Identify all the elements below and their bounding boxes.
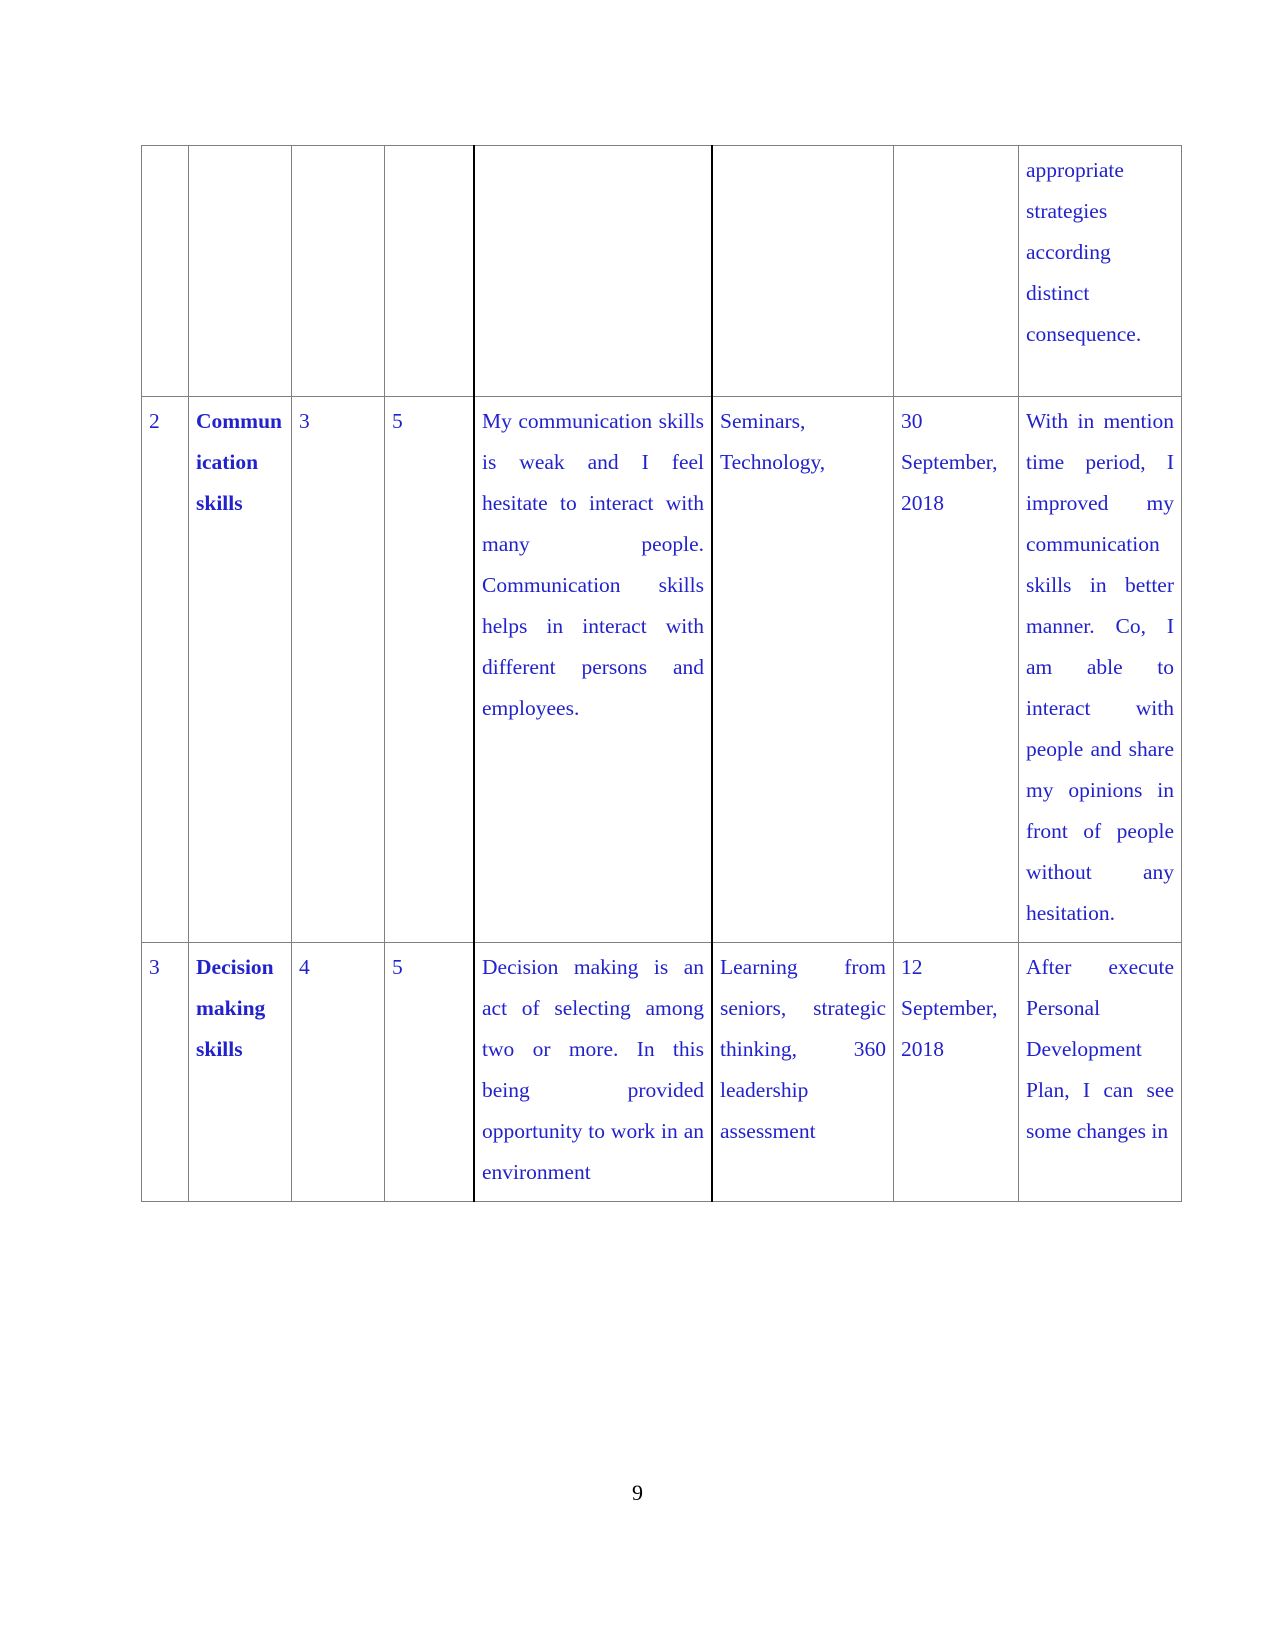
cell-skill: Communication skills — [188, 396, 292, 943]
table-row: appropriate strategies according distinc… — [141, 145, 1182, 397]
cell-row-number: 2 — [141, 396, 189, 943]
development-plan-table: appropriate strategies according distinc… — [141, 145, 1182, 1202]
cell-target-date — [893, 145, 1019, 397]
cell-resources — [711, 145, 894, 397]
cell-target-date: 30 September, 2018 — [893, 396, 1019, 943]
cell-description — [473, 145, 713, 397]
cell-resources: Learning from seniors, strategic thinkin… — [711, 942, 894, 1202]
cell-skill: Decision making skills — [188, 942, 292, 1202]
cell-skill — [188, 145, 292, 397]
table-row: 3 Decision making skills 4 5 Decision ma… — [141, 942, 1182, 1202]
cell-resources: Seminars, Technology, — [711, 396, 894, 943]
cell-outcome: With in mention time period, I improved … — [1018, 396, 1182, 943]
cell-target-level — [384, 145, 475, 397]
cell-description: My communication skills is weak and I fe… — [473, 396, 713, 943]
cell-row-number: 3 — [141, 942, 189, 1202]
cell-outcome: appropriate strategies according distinc… — [1018, 145, 1182, 397]
page-number: 9 — [632, 1480, 643, 1505]
cell-outcome: After execute Personal Development Plan,… — [1018, 942, 1182, 1202]
cell-current-level: 3 — [291, 396, 385, 943]
cell-current-level — [291, 145, 385, 397]
cell-target-level: 5 — [384, 942, 475, 1202]
cell-row-number — [141, 145, 189, 397]
cell-target-level: 5 — [384, 396, 475, 943]
cell-current-level: 4 — [291, 942, 385, 1202]
table-row: 2 Communication skills 3 5 My communicat… — [141, 396, 1182, 943]
document-page: appropriate strategies according distinc… — [0, 0, 1275, 1651]
cell-target-date: 12 September, 2018 — [893, 942, 1019, 1202]
cell-description: Decision making is an act of selecting a… — [473, 942, 713, 1202]
